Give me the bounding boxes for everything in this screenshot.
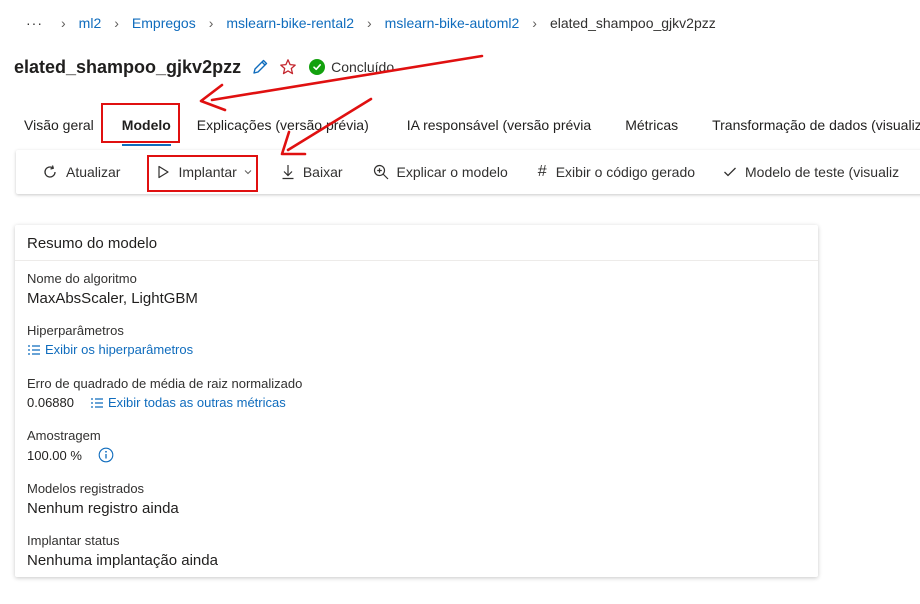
breadcrumb-item-jobs[interactable]: Empregos: [132, 15, 196, 31]
status-text: Concluído: [331, 59, 395, 75]
registered-models-label: Modelos registrados: [27, 481, 145, 496]
card-title: Resumo do modelo: [15, 225, 818, 261]
breadcrumb-item-workspace[interactable]: ml2: [79, 15, 102, 31]
tab-data-transformation[interactable]: Transformação de dados (visualiza: [702, 104, 920, 146]
download-label: Baixar: [302, 164, 343, 180]
view-all-metrics-label: Exibir todas as outras métricas: [108, 395, 286, 410]
breadcrumb-item-job[interactable]: mslearn-bike-automl2: [385, 15, 520, 31]
list-icon: [91, 397, 103, 408]
breadcrumb-current: elated_shampoo_gjkv2pzz: [549, 15, 716, 31]
explain-model-label: Explicar o modelo: [396, 164, 508, 180]
refresh-icon: [44, 165, 56, 178]
algorithm-label: Nome do algoritmo: [27, 271, 137, 286]
refresh-label: Atualizar: [66, 164, 121, 180]
annotation-box-deploy-button: [147, 155, 258, 192]
favorite-star-icon[interactable]: [279, 58, 297, 76]
zoom-in-icon: [373, 164, 388, 180]
sampling-label: Amostragem: [27, 428, 101, 443]
breadcrumb-item-experiment[interactable]: mslearn-bike-rental2: [226, 15, 354, 31]
sampling-field: Amostragem 100.00 %: [27, 428, 114, 463]
registered-models-value: Nenhum registro ainda: [27, 500, 179, 517]
view-hyperparameters-link[interactable]: Exibir os hiperparâmetros: [27, 342, 193, 357]
explain-model-button[interactable]: Explicar o modelo: [373, 150, 508, 194]
chevron-right-icon: ›: [208, 15, 214, 31]
checkmark-icon: [724, 167, 736, 177]
model-summary-card: Resumo do modelo Nome do algoritmo MaxAb…: [15, 225, 818, 577]
deploy-status-label: Implantar status: [27, 533, 120, 548]
refresh-button[interactable]: Atualizar: [42, 150, 120, 194]
view-all-metrics-link[interactable]: Exibir todas as outras métricas: [90, 395, 286, 410]
algorithm-value: MaxAbsScaler, LightGBM: [27, 290, 198, 307]
hyperparameters-field: Hiperparâmetros Exibir os hiperparâmetro…: [27, 323, 193, 361]
chevron-right-icon: ›: [532, 15, 537, 31]
metric-field: Erro de quadrado de média de raiz normal…: [27, 376, 302, 410]
metric-value: 0.06880: [27, 395, 74, 410]
deploy-status-value: Nenhuma implantação ainda: [27, 552, 218, 569]
download-icon: [282, 165, 294, 180]
view-generated-code-button[interactable]: # Exibir o código gerado: [538, 150, 695, 194]
download-button[interactable]: Baixar: [281, 150, 343, 194]
hashtag-icon: #: [537, 163, 547, 180]
metric-label: Erro de quadrado de média de raiz normal…: [27, 376, 303, 391]
tab-explanations[interactable]: Explicações (versão prévia): [187, 104, 379, 146]
test-model-button[interactable]: Modelo de teste (visualiz: [723, 150, 899, 194]
breadcrumb-more-button[interactable]: ···: [26, 15, 48, 31]
status-badge: Concluído: [309, 59, 394, 75]
chevron-right-icon: ›: [61, 15, 66, 31]
metric-row: 0.06880 Exibir todas as outras métricas: [27, 395, 302, 410]
breadcrumb: ··· › ml2 › Empregos › mslearn-bike-rent…: [26, 12, 716, 34]
tab-responsible-ai[interactable]: IA responsável (versão prévia: [397, 104, 601, 146]
success-check-icon: [309, 59, 326, 75]
edit-pencil-icon[interactable]: [251, 58, 269, 76]
chevron-right-icon: ›: [367, 15, 372, 31]
sampling-row: 100.00 %: [27, 447, 114, 463]
view-hyperparameters-label: Exibir os hiperparâmetros: [45, 342, 194, 357]
test-model-label: Modelo de teste (visualiz: [745, 164, 900, 180]
registered-models-field: Modelos registrados Nenhum registro aind…: [27, 481, 179, 517]
tab-metrics[interactable]: Métricas: [615, 104, 688, 146]
annotation-box-model-tab: [101, 103, 180, 143]
hyperparameters-label: Hiperparâmetros: [27, 323, 124, 338]
view-generated-code-label: Exibir o código gerado: [555, 164, 696, 180]
tab-overview[interactable]: Visão geral: [14, 104, 104, 146]
deploy-status-field: Implantar status Nenhuma implantação ain…: [27, 533, 218, 569]
info-icon[interactable]: [98, 447, 114, 463]
chevron-right-icon: ›: [114, 15, 119, 31]
algorithm-field: Nome do algoritmo MaxAbsScaler, LightGBM: [27, 271, 198, 307]
title-row: elated_shampoo_gjkv2pzz Concluído: [14, 54, 394, 80]
sampling-value: 100.00 %: [27, 447, 82, 463]
page-title: elated_shampoo_gjkv2pzz: [14, 56, 242, 77]
list-icon: [28, 344, 40, 355]
